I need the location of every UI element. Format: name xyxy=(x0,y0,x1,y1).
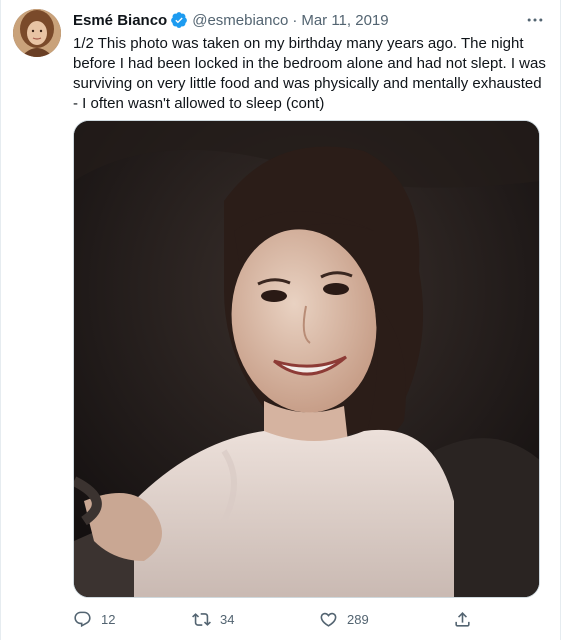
share-icon xyxy=(455,611,470,627)
avatar-image xyxy=(13,9,61,57)
display-name[interactable]: Esmé Bianco xyxy=(73,12,167,29)
separator-dot: · xyxy=(292,11,298,29)
reply-count: 12 xyxy=(101,611,116,627)
more-dots-icon[interactable] xyxy=(523,10,547,30)
like-count: 289 xyxy=(347,611,369,627)
tweet-card: Esmé Bianco @esmebianco · Mar 11, 2019 1… xyxy=(0,0,561,640)
tweet-header: Esmé Bianco @esmebianco · Mar 11, 2019 xyxy=(73,10,547,30)
photo-image xyxy=(74,121,539,597)
retweet-button[interactable]: 34 xyxy=(192,607,234,631)
verified-badge-icon xyxy=(170,11,188,29)
retweet-count: 34 xyxy=(220,611,235,627)
tweet-content: Esmé Bianco @esmebianco · Mar 11, 2019 1… xyxy=(73,10,547,114)
tweet-photo[interactable] xyxy=(73,120,540,598)
user-handle[interactable]: @esmebianco xyxy=(192,12,288,29)
share-button[interactable] xyxy=(453,607,472,631)
reply-icon xyxy=(74,611,91,627)
heart-icon xyxy=(320,612,337,627)
tweet-text: 1/2 This photo was taken on my birthday … xyxy=(73,35,546,112)
tweet-date[interactable]: Mar 11, 2019 xyxy=(301,12,388,29)
retweet-icon xyxy=(192,612,211,626)
tweet-actions: 12 34 289 xyxy=(73,607,473,631)
reply-button[interactable]: 12 xyxy=(73,607,115,631)
avatar[interactable] xyxy=(13,9,61,57)
like-button[interactable]: 289 xyxy=(319,607,369,631)
